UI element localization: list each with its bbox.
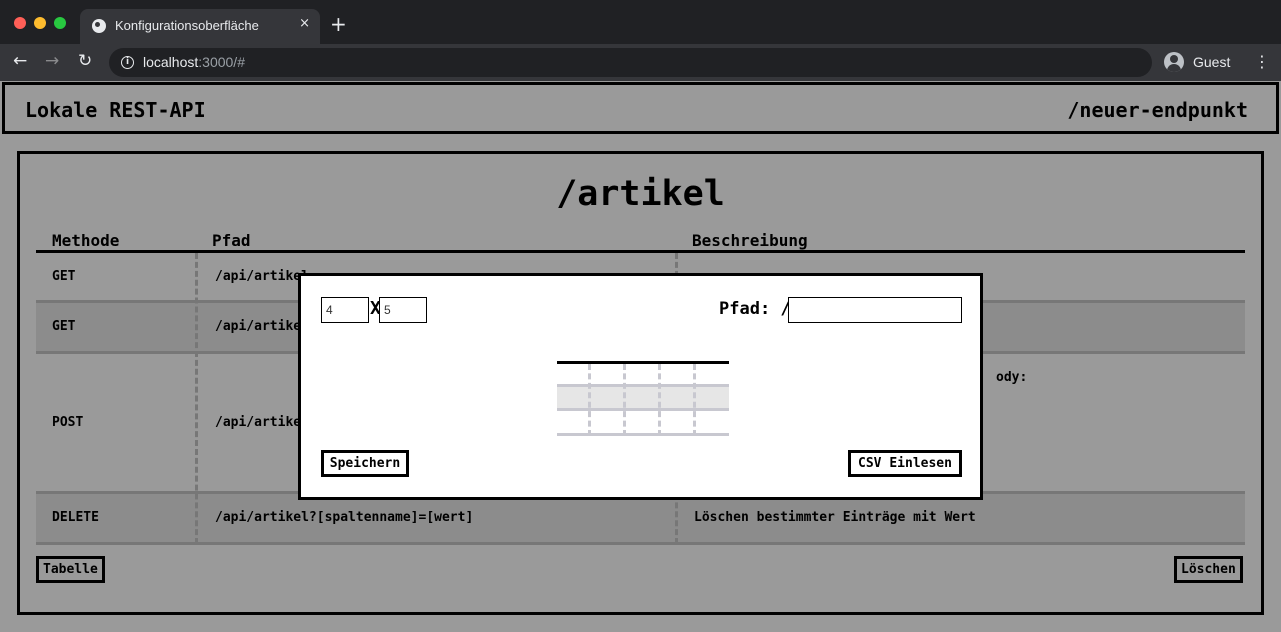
row-method: GET	[52, 319, 76, 334]
close-window-button[interactable]	[14, 17, 26, 29]
table-preview-row	[557, 387, 729, 411]
row-method: DELETE	[52, 510, 99, 525]
tab-title: Konfigurationsoberfläche	[115, 18, 259, 33]
profile-label[interactable]: Guest	[1193, 54, 1230, 70]
table-preview-column-divider	[658, 364, 661, 436]
table-preview-column-divider	[588, 364, 591, 436]
row-path: /api/artikel	[215, 269, 309, 284]
maximize-window-button[interactable]	[54, 17, 66, 29]
address-bar[interactable]: i localhost:3000/#	[109, 48, 1152, 77]
row-path: /api/artikel	[215, 319, 309, 334]
row-method: POST	[52, 415, 84, 430]
row-method: GET	[52, 269, 76, 284]
back-arrow-icon[interactable]: ←	[13, 51, 27, 71]
app-title: Lokale REST-API	[25, 98, 206, 122]
rows-input[interactable]	[321, 297, 369, 323]
csv-import-button[interactable]: CSV Einlesen	[848, 450, 962, 477]
row-description: Löschen bestimmter Einträge mit Wert	[694, 510, 976, 525]
page-title: /artikel	[556, 174, 725, 214]
column-header-method: Methode	[52, 231, 120, 250]
profile-icon[interactable]	[1164, 52, 1184, 72]
row-path: /api/artikel?[spaltenname]=[wert]	[215, 510, 474, 525]
table-preview	[557, 361, 729, 436]
table-preview-column-divider	[623, 364, 626, 436]
close-icon[interactable]: ×	[299, 16, 310, 31]
browser-toolbar: ← → ↻ i localhost:3000/# Guest ⋮	[0, 44, 1281, 81]
table-header: Methode Pfad Beschreibung	[36, 231, 1245, 253]
create-table-dialog: X Pfad: / Speichern CSV Einlesen	[298, 273, 983, 500]
column-divider	[195, 253, 198, 544]
app-header: Lokale REST-API /neuer-endpunkt	[2, 82, 1279, 134]
browser-tab[interactable]: Konfigurationsoberfläche ×	[80, 9, 320, 44]
forward-arrow-icon[interactable]: →	[45, 51, 59, 71]
new-endpoint-link[interactable]: /neuer-endpunkt	[1067, 98, 1248, 122]
column-header-description: Beschreibung	[692, 231, 808, 250]
browser-tab-bar: Konfigurationsoberfläche × +	[0, 0, 1281, 44]
table-row[interactable]: DELETE /api/artikel?[spaltenname]=[wert]…	[36, 494, 1245, 545]
minimize-window-button[interactable]	[34, 17, 46, 29]
table-preview-row	[557, 364, 729, 387]
globe-icon	[92, 19, 106, 33]
column-header-path: Pfad	[212, 231, 251, 250]
delete-button[interactable]: Löschen	[1174, 556, 1243, 583]
table-preview-row	[557, 411, 729, 436]
url-text: localhost:3000/#	[143, 54, 245, 70]
kebab-menu-icon[interactable]: ⋮	[1254, 53, 1270, 71]
row-description: ody:	[996, 370, 1028, 385]
plus-icon[interactable]: +	[330, 14, 347, 34]
table-preview-column-divider	[693, 364, 696, 436]
path-label: Pfad: /	[719, 299, 791, 319]
save-button[interactable]: Speichern	[321, 450, 409, 477]
row-path: /api/artikel	[215, 415, 309, 430]
info-icon[interactable]: i	[121, 56, 134, 69]
table-button[interactable]: Tabelle	[36, 556, 105, 583]
path-input[interactable]	[788, 297, 962, 323]
reload-icon[interactable]: ↻	[78, 51, 92, 71]
columns-input[interactable]	[379, 297, 427, 323]
